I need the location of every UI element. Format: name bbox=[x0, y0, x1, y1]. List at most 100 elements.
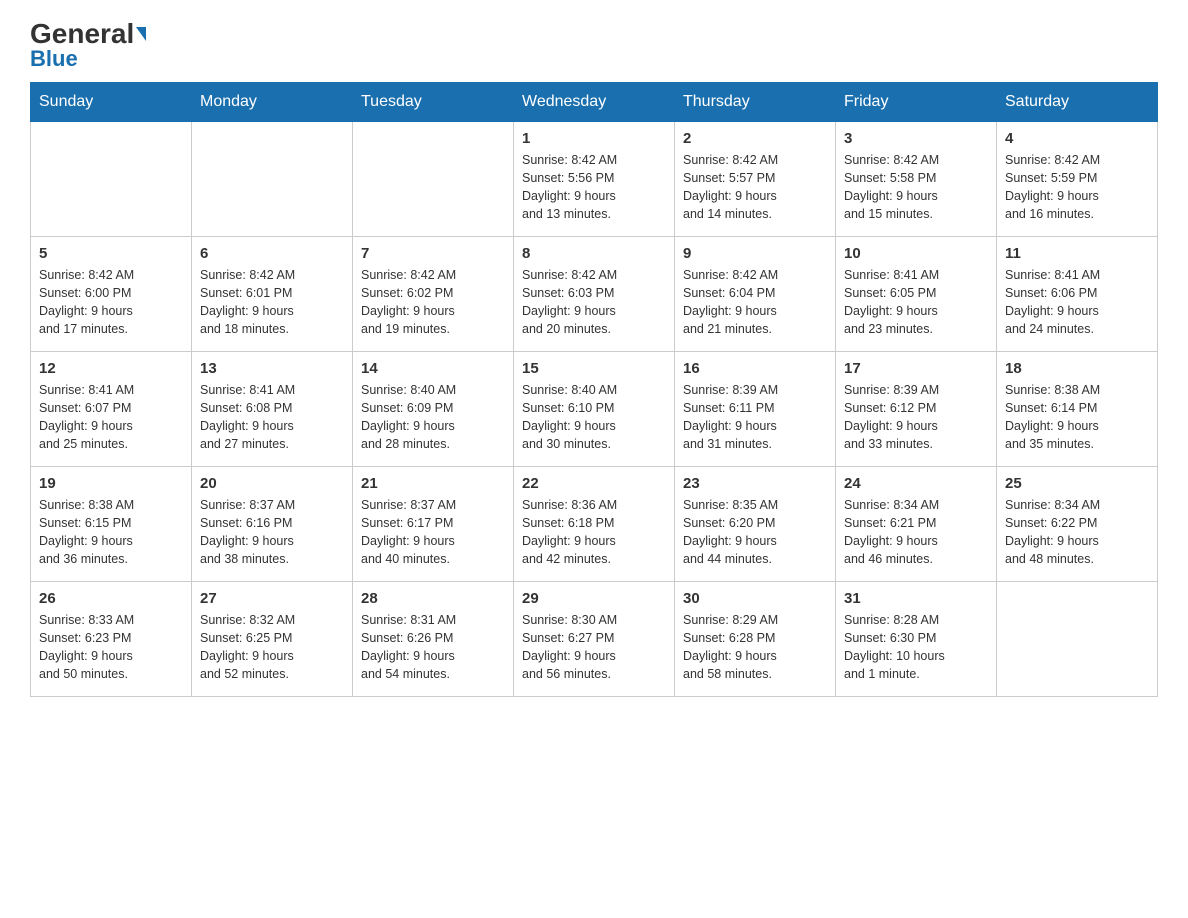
calendar-week-row: 5Sunrise: 8:42 AM Sunset: 6:00 PM Daylig… bbox=[31, 237, 1158, 352]
day-info: Sunrise: 8:33 AM Sunset: 6:23 PM Dayligh… bbox=[39, 611, 183, 684]
day-info: Sunrise: 8:42 AM Sunset: 6:04 PM Dayligh… bbox=[683, 266, 827, 339]
calendar-cell: 31 Sunrise: 8:28 AM Sunset: 6:30 PM Dayli… bbox=[836, 582, 997, 697]
day-info: Sunrise: 8:32 AM Sunset: 6:25 PM Dayligh… bbox=[200, 611, 344, 684]
calendar-week-row: 26 Sunrise: 8:33 AM Sunset: 6:23 PM Dayli… bbox=[31, 582, 1158, 697]
calendar-cell: 20Sunrise: 8:37 AM Sunset: 6:16 PM Dayli… bbox=[192, 467, 353, 582]
day-number: 12 bbox=[39, 360, 183, 377]
day-number: 2 bbox=[683, 130, 827, 147]
day-info: Sunrise: 8:34 AM Sunset: 6:21 PM Dayligh… bbox=[844, 496, 988, 569]
day-info: Sunrise: 8:28 AM Sunset: 6:30 PM Dayligh… bbox=[844, 611, 988, 684]
day-number: 26 bbox=[39, 590, 183, 607]
day-number: 8 bbox=[522, 245, 666, 262]
calendar-cell: 23 Sunrise: 8:35 AM Sunset: 6:20 PM Dayli… bbox=[675, 467, 836, 582]
day-info: Sunrise: 8:40 AM Sunset: 6:09 PM Dayligh… bbox=[361, 381, 505, 454]
day-number: 1 bbox=[522, 130, 666, 147]
day-number: 18 bbox=[1005, 360, 1149, 377]
day-number: 13 bbox=[200, 360, 344, 377]
day-number: 15 bbox=[522, 360, 666, 377]
calendar-cell: 7 Sunrise: 8:42 AM Sunset: 6:02 PM Daylig… bbox=[353, 237, 514, 352]
calendar-cell: 3Sunrise: 8:42 AM Sunset: 5:58 PM Daylig… bbox=[836, 122, 997, 237]
col-sunday: Sunday bbox=[31, 83, 192, 122]
day-number: 21 bbox=[361, 475, 505, 492]
day-info: Sunrise: 8:40 AM Sunset: 6:10 PM Dayligh… bbox=[522, 381, 666, 454]
calendar-cell: 26 Sunrise: 8:33 AM Sunset: 6:23 PM Dayli… bbox=[31, 582, 192, 697]
day-number: 30 bbox=[683, 590, 827, 607]
day-number: 11 bbox=[1005, 245, 1149, 262]
day-info: Sunrise: 8:37 AM Sunset: 6:17 PM Dayligh… bbox=[361, 496, 505, 569]
calendar-cell: 8 Sunrise: 8:42 AM Sunset: 6:03 PM Daylig… bbox=[514, 237, 675, 352]
day-number: 31 bbox=[844, 590, 988, 607]
day-number: 28 bbox=[361, 590, 505, 607]
calendar-week-row: 1 Sunrise: 8:42 AM Sunset: 5:56 PM Daylig… bbox=[31, 122, 1158, 237]
day-info: Sunrise: 8:30 AM Sunset: 6:27 PM Dayligh… bbox=[522, 611, 666, 684]
calendar-cell: 21 Sunrise: 8:37 AM Sunset: 6:17 PM Dayli… bbox=[353, 467, 514, 582]
calendar-cell: 19 Sunrise: 8:38 AM Sunset: 6:15 PM Dayli… bbox=[31, 467, 192, 582]
calendar-cell: 10Sunrise: 8:41 AM Sunset: 6:05 PM Dayli… bbox=[836, 237, 997, 352]
day-info: Sunrise: 8:31 AM Sunset: 6:26 PM Dayligh… bbox=[361, 611, 505, 684]
col-monday: Monday bbox=[192, 83, 353, 122]
calendar-cell bbox=[31, 122, 192, 237]
day-number: 3 bbox=[844, 130, 988, 147]
calendar-cell: 22 Sunrise: 8:36 AM Sunset: 6:18 PM Dayli… bbox=[514, 467, 675, 582]
col-tuesday: Tuesday bbox=[353, 83, 514, 122]
calendar-cell: 17Sunrise: 8:39 AM Sunset: 6:12 PM Dayli… bbox=[836, 352, 997, 467]
day-info: Sunrise: 8:41 AM Sunset: 6:06 PM Dayligh… bbox=[1005, 266, 1149, 339]
calendar-cell: 28 Sunrise: 8:31 AM Sunset: 6:26 PM Dayli… bbox=[353, 582, 514, 697]
day-number: 4 bbox=[1005, 130, 1149, 147]
day-info: Sunrise: 8:41 AM Sunset: 6:07 PM Dayligh… bbox=[39, 381, 183, 454]
day-number: 29 bbox=[522, 590, 666, 607]
calendar-cell: 13 Sunrise: 8:41 AM Sunset: 6:08 PM Dayli… bbox=[192, 352, 353, 467]
day-number: 19 bbox=[39, 475, 183, 492]
col-wednesday: Wednesday bbox=[514, 83, 675, 122]
calendar-cell: 4 Sunrise: 8:42 AM Sunset: 5:59 PM Daylig… bbox=[997, 122, 1158, 237]
calendar-cell: 16Sunrise: 8:39 AM Sunset: 6:11 PM Dayli… bbox=[675, 352, 836, 467]
calendar-cell bbox=[192, 122, 353, 237]
day-info: Sunrise: 8:36 AM Sunset: 6:18 PM Dayligh… bbox=[522, 496, 666, 569]
day-info: Sunrise: 8:41 AM Sunset: 6:08 PM Dayligh… bbox=[200, 381, 344, 454]
col-friday: Friday bbox=[836, 83, 997, 122]
calendar-cell: 5Sunrise: 8:42 AM Sunset: 6:00 PM Daylig… bbox=[31, 237, 192, 352]
day-number: 23 bbox=[683, 475, 827, 492]
logo: General Blue bbox=[30, 20, 146, 72]
day-number: 5 bbox=[39, 245, 183, 262]
col-saturday: Saturday bbox=[997, 83, 1158, 122]
calendar-cell: 24 Sunrise: 8:34 AM Sunset: 6:21 PM Dayli… bbox=[836, 467, 997, 582]
day-number: 9 bbox=[683, 245, 827, 262]
day-number: 6 bbox=[200, 245, 344, 262]
calendar-cell: 1 Sunrise: 8:42 AM Sunset: 5:56 PM Daylig… bbox=[514, 122, 675, 237]
calendar-cell: 9 Sunrise: 8:42 AM Sunset: 6:04 PM Daylig… bbox=[675, 237, 836, 352]
calendar-cell bbox=[997, 582, 1158, 697]
day-info: Sunrise: 8:38 AM Sunset: 6:14 PM Dayligh… bbox=[1005, 381, 1149, 454]
calendar-week-row: 19 Sunrise: 8:38 AM Sunset: 6:15 PM Dayli… bbox=[31, 467, 1158, 582]
calendar-cell: 27Sunrise: 8:32 AM Sunset: 6:25 PM Dayli… bbox=[192, 582, 353, 697]
day-info: Sunrise: 8:42 AM Sunset: 5:56 PM Dayligh… bbox=[522, 151, 666, 224]
day-info: Sunrise: 8:35 AM Sunset: 6:20 PM Dayligh… bbox=[683, 496, 827, 569]
calendar-week-row: 12 Sunrise: 8:41 AM Sunset: 6:07 PM Dayli… bbox=[31, 352, 1158, 467]
day-number: 7 bbox=[361, 245, 505, 262]
col-thursday: Thursday bbox=[675, 83, 836, 122]
day-info: Sunrise: 8:38 AM Sunset: 6:15 PM Dayligh… bbox=[39, 496, 183, 569]
calendar-cell: 14Sunrise: 8:40 AM Sunset: 6:09 PM Dayli… bbox=[353, 352, 514, 467]
day-info: Sunrise: 8:42 AM Sunset: 5:59 PM Dayligh… bbox=[1005, 151, 1149, 224]
day-info: Sunrise: 8:42 AM Sunset: 6:02 PM Dayligh… bbox=[361, 266, 505, 339]
day-number: 22 bbox=[522, 475, 666, 492]
calendar-cell: 11 Sunrise: 8:41 AM Sunset: 6:06 PM Dayli… bbox=[997, 237, 1158, 352]
day-info: Sunrise: 8:42 AM Sunset: 6:03 PM Dayligh… bbox=[522, 266, 666, 339]
day-number: 16 bbox=[683, 360, 827, 377]
calendar-cell: 25 Sunrise: 8:34 AM Sunset: 6:22 PM Dayli… bbox=[997, 467, 1158, 582]
calendar-cell: 12 Sunrise: 8:41 AM Sunset: 6:07 PM Dayli… bbox=[31, 352, 192, 467]
day-number: 24 bbox=[844, 475, 988, 492]
day-info: Sunrise: 8:34 AM Sunset: 6:22 PM Dayligh… bbox=[1005, 496, 1149, 569]
page-header: General Blue bbox=[30, 20, 1158, 72]
calendar-header-row: Sunday Monday Tuesday Wednesday Thursday… bbox=[31, 83, 1158, 122]
calendar-cell: 2Sunrise: 8:42 AM Sunset: 5:57 PM Daylig… bbox=[675, 122, 836, 237]
calendar-cell: 6 Sunrise: 8:42 AM Sunset: 6:01 PM Daylig… bbox=[192, 237, 353, 352]
day-number: 25 bbox=[1005, 475, 1149, 492]
calendar-table: Sunday Monday Tuesday Wednesday Thursday… bbox=[30, 82, 1158, 697]
calendar-body: 1 Sunrise: 8:42 AM Sunset: 5:56 PM Daylig… bbox=[31, 122, 1158, 697]
logo-blue: Blue bbox=[30, 46, 78, 72]
calendar-cell: 30Sunrise: 8:29 AM Sunset: 6:28 PM Dayli… bbox=[675, 582, 836, 697]
calendar-cell: 15 Sunrise: 8:40 AM Sunset: 6:10 PM Dayli… bbox=[514, 352, 675, 467]
day-info: Sunrise: 8:42 AM Sunset: 6:01 PM Dayligh… bbox=[200, 266, 344, 339]
logo-general: General bbox=[30, 20, 134, 48]
